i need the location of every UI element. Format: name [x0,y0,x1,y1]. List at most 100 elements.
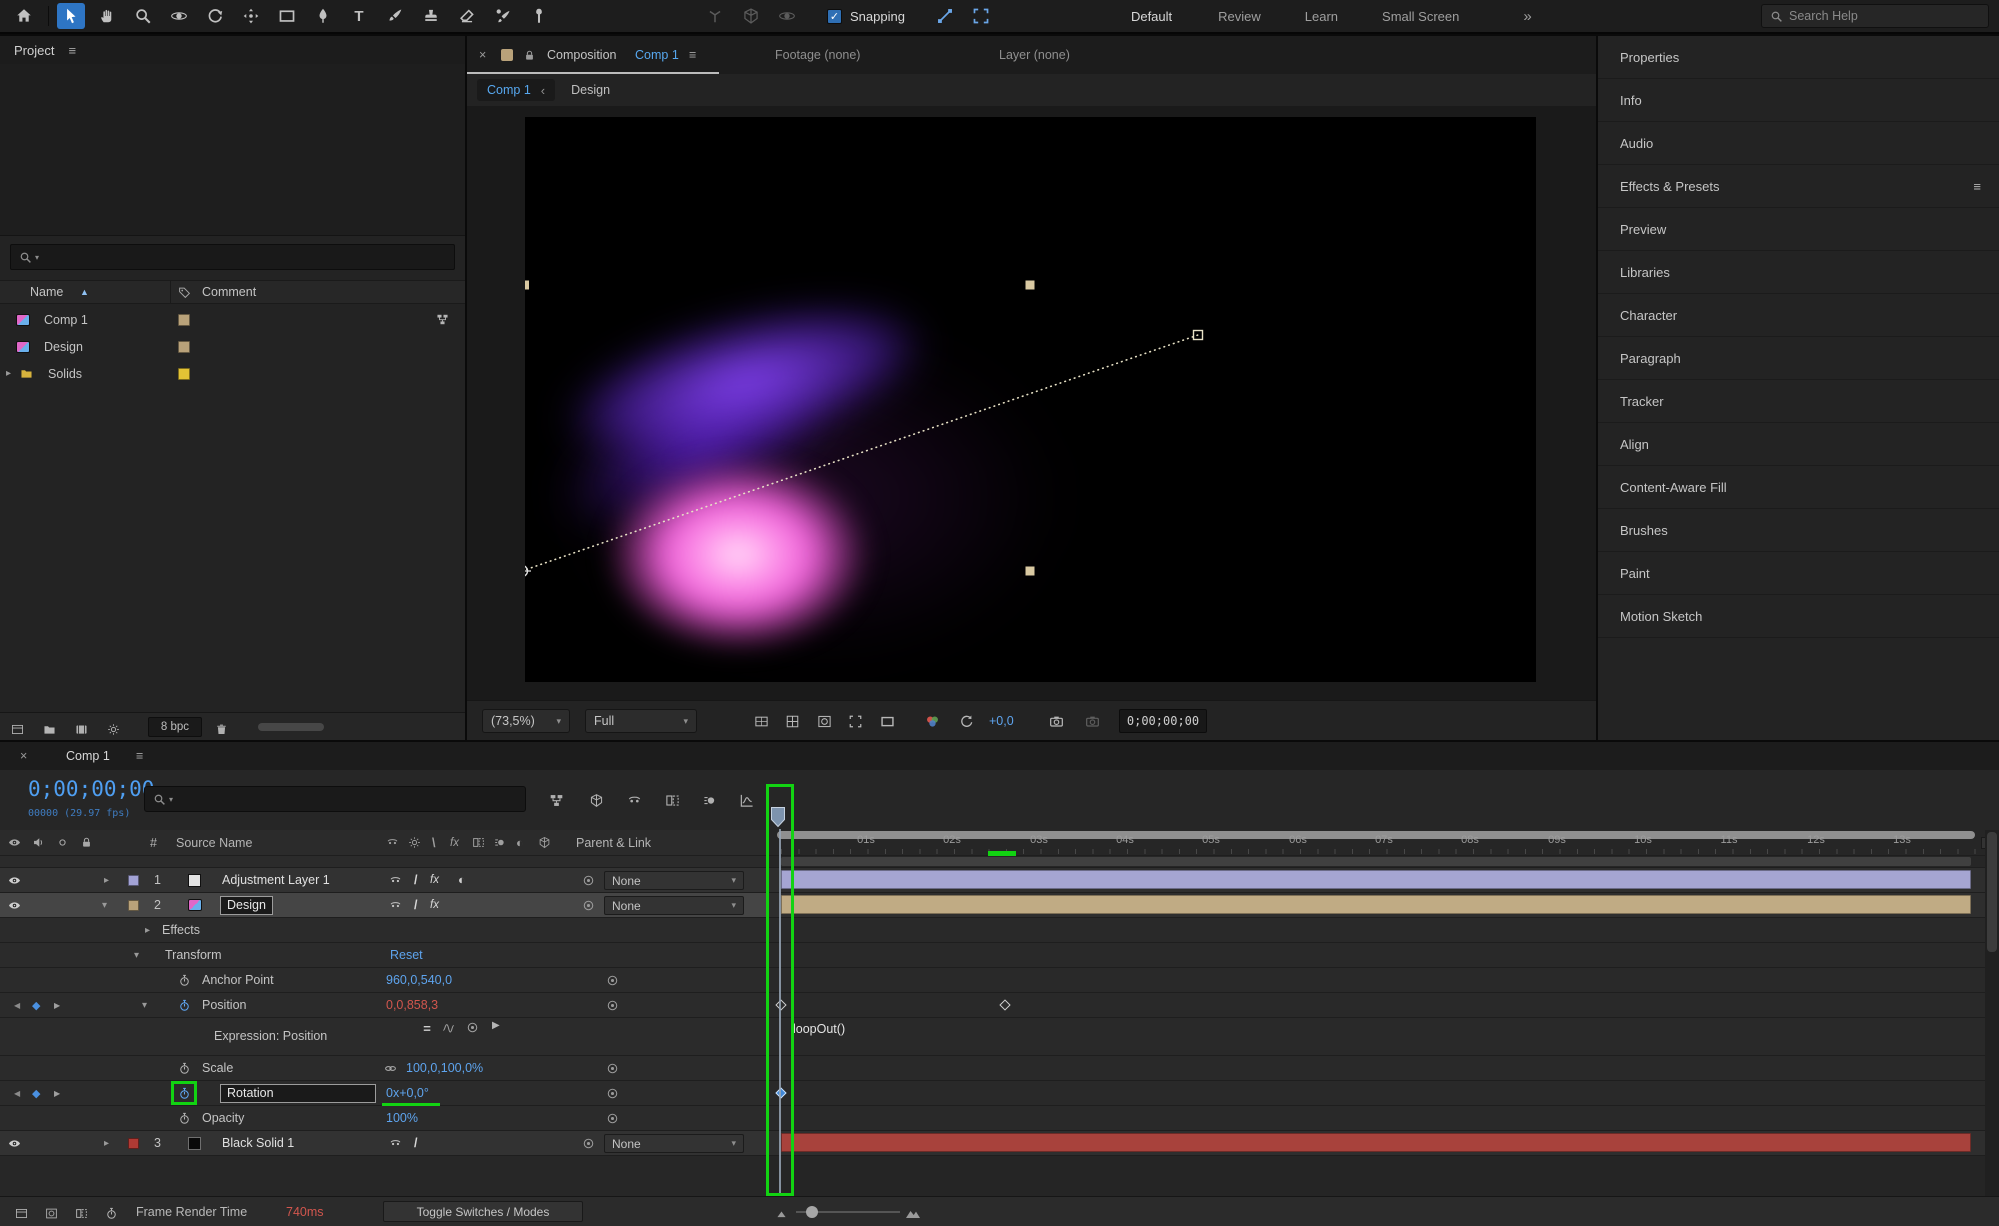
sidebar-item-paragraph[interactable]: Paragraph [1598,337,1999,380]
delete-icon[interactable] [212,720,230,738]
zoom-out-mountain-icon[interactable] [772,1204,790,1222]
expression-language-menu-icon[interactable]: ▶ [492,1020,500,1031]
next-keyframe-icon[interactable]: ▶ [54,993,60,1017]
resolution-dropdown[interactable]: Full ▾ [585,709,697,733]
safe-margins-icon[interactable] [748,708,774,734]
layer-name-box[interactable]: Design [220,893,273,917]
puppet-pin-tool-button[interactable] [525,3,553,29]
parent-dropdown[interactable]: None▾ [604,871,744,890]
layer-row-black-solid[interactable]: ▸ 3 Black Solid 1 / None▾ [0,1131,1999,1156]
breadcrumb-comp-pill[interactable]: Comp 1 ‹ [477,79,555,101]
shy-switch-header-icon[interactable] [386,830,399,855]
sidebar-item-properties[interactable]: Properties [1598,36,1999,79]
mini-flowchart-icon[interactable] [436,306,449,333]
snapshot-camera-icon[interactable] [1043,708,1069,734]
property-pick-whip-icon[interactable] [606,1081,619,1105]
scale-row[interactable]: Scale 100,0,100,0% [0,1056,1999,1081]
quality-switch-header-icon[interactable]: \ [432,830,435,855]
column-parent-link[interactable]: Parent & Link [576,830,651,855]
mask-visibility-icon[interactable] [811,708,837,734]
pen-tool-button[interactable] [309,3,337,29]
panel-menu-icon[interactable]: ≡ [136,742,143,770]
zoom-in-mountain-icon[interactable] [904,1204,922,1222]
type-tool-button[interactable]: T [345,3,373,29]
viewer-timecode[interactable]: 0;00;00;00 [1119,709,1207,733]
audio-column-icon[interactable] [32,830,45,855]
sidebar-item-character[interactable]: Character [1598,294,1999,337]
tab-layer[interactable]: Layer (none) [999,36,1070,74]
position-row[interactable]: ◀ ◆ ▶ ▾ Position 0,0,858,3 [0,993,1999,1018]
magnification-dropdown[interactable]: (73,5%) ▾ [482,709,570,733]
sidebar-item-motion-sketch[interactable]: Motion Sketch [1598,595,1999,638]
lock-column-icon[interactable] [80,830,93,855]
show-channels-icon[interactable] [919,708,945,734]
composition-canvas[interactable] [525,117,1536,682]
layer-duration-bar[interactable] [781,1133,1971,1152]
anchor-point-row[interactable]: Anchor Point 960,0,540,0 [0,968,1999,993]
keyframe-at-time-icon[interactable]: ◆ [32,993,40,1017]
rotation-row[interactable]: ◀ ◆ ▶ Rotation 0x+0,0° [0,1081,1999,1106]
property-pick-whip-icon[interactable] [606,1106,619,1130]
shy-switch-icon[interactable] [389,868,402,892]
show-snapshot-icon[interactable] [1079,708,1105,734]
local-axis-mode-icon[interactable] [701,3,729,29]
label-tag-icon[interactable] [178,281,191,303]
project-panel-title[interactable]: Project [14,43,54,58]
panel-lock-icon[interactable] [523,36,536,74]
rotation-label[interactable]: Rotation [220,1084,376,1103]
anchor-point-value[interactable]: 960,0,540,0 [386,968,452,992]
previous-keyframe-icon[interactable]: ◀ [14,993,20,1017]
rotation-tool-button[interactable] [201,3,229,29]
toggle-switches-modes-button[interactable]: Toggle Switches / Modes [383,1201,583,1222]
help-search-input[interactable] [1789,9,1939,23]
current-time-indicator-line[interactable] [779,829,781,1196]
home-icon[interactable] [10,3,38,29]
pixel-aspect-icon[interactable] [874,708,900,734]
enable-expression-icon[interactable]: = [418,1020,436,1036]
expand-arrow-icon[interactable]: ▸ [104,868,109,892]
position-label[interactable]: Position [202,993,246,1017]
column-source-name[interactable]: Source Name [176,830,252,855]
snapping-checkbox[interactable]: ✓ [827,9,842,24]
project-row-comp1[interactable]: Comp 1 [0,306,465,333]
panel-menu-icon[interactable]: ≡ [68,43,76,58]
expand-arrow-icon[interactable]: ▸ [104,1131,109,1155]
layer-handle-top-left[interactable] [525,281,529,290]
quality-switch-icon[interactable]: / [414,893,417,917]
label-color-chip[interactable] [178,360,190,387]
layer-color-chip[interactable] [128,868,139,892]
position-keyframe-1[interactable] [775,999,786,1010]
transform-group-row[interactable]: ▾ Transform Reset [0,943,1999,968]
parent-dropdown[interactable]: None▾ [604,1134,744,1153]
expand-transfer-controls-icon[interactable] [42,1204,60,1222]
layer-duration-bar[interactable] [781,895,1971,914]
region-of-interest-icon[interactable] [842,708,868,734]
sidebar-item-audio[interactable]: Audio [1598,122,1999,165]
sidebar-item-brushes[interactable]: Brushes [1598,509,1999,552]
expand-arrow-icon[interactable]: ▸ [6,360,11,387]
timeline-search-box[interactable]: ▾ [144,786,526,812]
parent-pick-whip-icon[interactable] [582,868,595,892]
exposure-value[interactable]: +0,0 [989,701,1014,740]
layer-color-chip[interactable] [128,1131,139,1155]
layer-visibility-toggle[interactable] [8,893,21,917]
workspace-small-screen[interactable]: Small Screen [1382,9,1459,24]
project-settings-icon[interactable] [104,720,122,738]
layer-handle-top-right[interactable] [1026,281,1035,290]
eye-column-icon[interactable] [8,830,21,855]
opacity-value[interactable]: 100% [386,1106,418,1130]
breadcrumb-comp[interactable]: Comp 1 [487,83,531,97]
rotation-name-box[interactable]: Rotation [220,1081,376,1105]
constrain-proportions-icon[interactable] [384,1056,397,1080]
layer-name[interactable]: Adjustment Layer 1 [222,868,330,892]
snap-along-edges-icon[interactable] [931,3,959,29]
color-depth-button[interactable]: 8 bpc [148,717,202,737]
current-timecode[interactable]: 0;00;00;00 [28,777,154,801]
expression-code[interactable]: loopOut() [793,1022,845,1036]
sidebar-item-preview[interactable]: Preview [1598,208,1999,251]
quality-switch-icon[interactable]: / [414,868,417,892]
sidebar-item-content-aware-fill[interactable]: Content-Aware Fill [1598,466,1999,509]
world-axis-mode-icon[interactable] [737,3,765,29]
sidebar-item-tracker[interactable]: Tracker [1598,380,1999,423]
composition-mini-flowchart-icon[interactable] [544,788,568,812]
